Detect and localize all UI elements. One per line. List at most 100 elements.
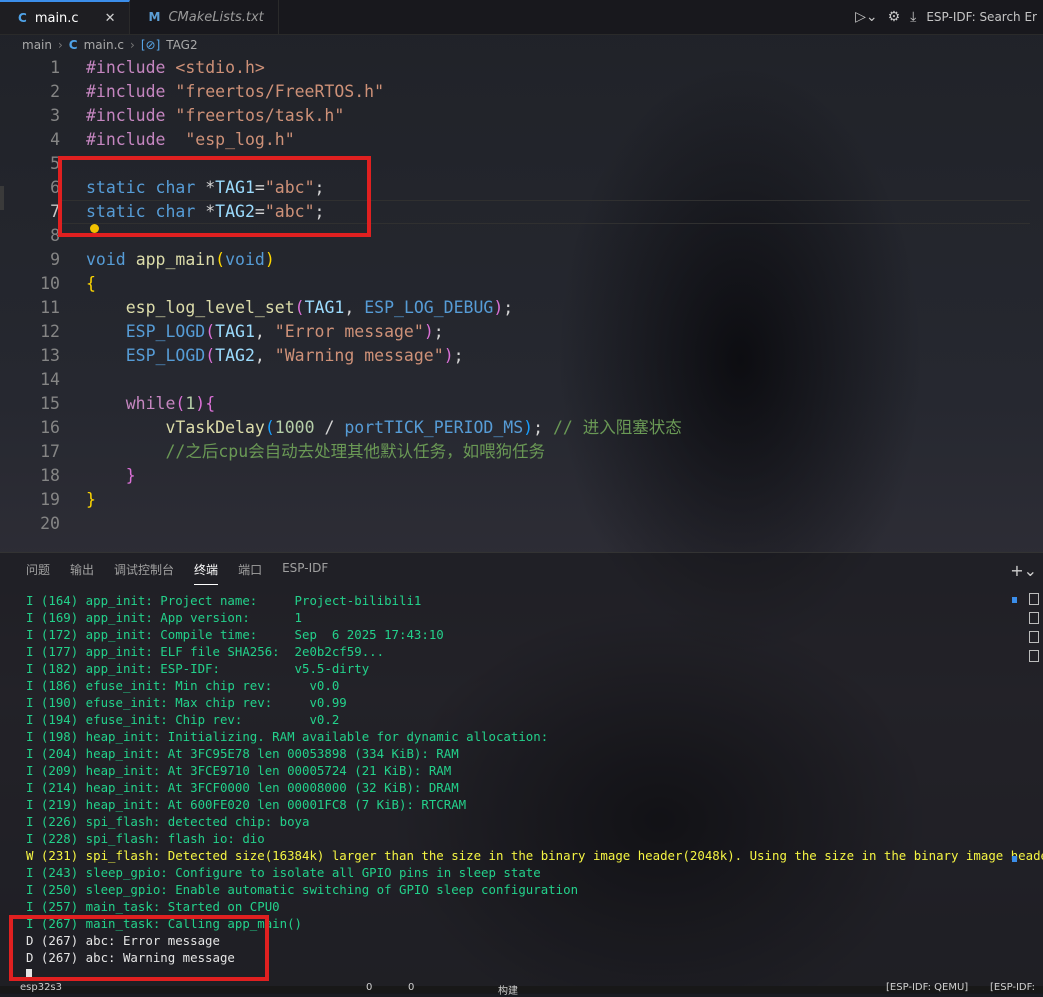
annotation-highlight-box (58, 156, 371, 237)
run-debug-icon[interactable]: ▷⌄ (855, 9, 878, 25)
line-number: 12 (40, 322, 60, 341)
tab-ports[interactable]: 端口 (238, 561, 262, 585)
line-number: 14 (40, 370, 60, 389)
tab-cmakelists[interactable]: M CMakeLists.txt (130, 0, 279, 34)
line-number: 11 (40, 298, 60, 317)
tab-terminal[interactable]: 终端 (194, 561, 219, 585)
panel-tabs: 问题 输出 调试控制台 终端 端口 ESP-IDF (0, 561, 328, 585)
terminal-line: I (186) efuse_init: Min chip rev: v0.0 (26, 678, 340, 693)
download-icon[interactable]: ⤓ (910, 9, 916, 25)
code-line[interactable]: ESP_LOGD(TAG1, "Error message"); (86, 320, 444, 344)
code-line[interactable]: vTaskDelay(1000 / portTICK_PERIOD_MS); /… (86, 416, 681, 440)
line-number: 16 (40, 418, 60, 437)
scrollbar-marker (1012, 856, 1017, 862)
terminal-line: I (250) sleep_gpio: Enable automatic swi… (26, 882, 579, 897)
c-file-icon: C (18, 11, 27, 25)
line-number: 8 (50, 226, 60, 245)
status-device[interactable]: esp32s3 (20, 982, 62, 993)
line-number: 20 (40, 514, 60, 533)
breadcrumb-file[interactable]: main.c (84, 38, 124, 52)
tab-esp-idf[interactable]: ESP-IDF (282, 561, 328, 585)
terminal-line: I (198) heap_init: Initializing. RAM ava… (26, 729, 549, 744)
editor-tab-bar: C main.c ✕ M CMakeLists.txt ▷⌄ ⚙ ⤓ ESP-I… (0, 0, 1043, 35)
terminal-line: I (226) spi_flash: detected chip: boya (26, 814, 310, 829)
terminal-line: I (169) app_init: App version: 1 (26, 610, 303, 625)
code-line[interactable]: void app_main(void) (86, 248, 275, 272)
terminal-line: I (190) efuse_init: Max chip rev: v0.99 (26, 695, 347, 710)
c-file-icon: C (68, 38, 78, 52)
terminal-instance-icon[interactable] (1029, 650, 1039, 662)
terminal-line: I (177) app_init: ELF file SHA256: 2e0b2… (26, 644, 385, 659)
code-line[interactable]: #include "freertos/task.h" (86, 104, 344, 128)
tab-problems[interactable]: 问题 (26, 561, 50, 585)
chevron-right-icon: › (130, 38, 135, 52)
variable-icon: [⊘] (140, 38, 161, 52)
line-number: 10 (40, 274, 60, 293)
line-number: 1 (50, 58, 60, 77)
chevron-right-icon: › (57, 38, 63, 52)
code-line[interactable]: #include "freertos/FreeRTOS.h" (86, 80, 384, 104)
tab-output[interactable]: 输出 (70, 561, 94, 585)
line-number: 17 (40, 442, 60, 461)
code-line[interactable]: #include "esp_log.h" (86, 128, 295, 152)
terminal-line: I (182) app_init: ESP-IDF: v5.5-dirty (26, 661, 370, 676)
bottom-panel: 问题 输出 调试控制台 终端 端口 ESP-IDF +⌄ I (164) app… (0, 552, 1043, 994)
status-build[interactable]: 构建 (498, 982, 518, 997)
cmake-file-icon: M (148, 10, 161, 24)
code-line[interactable]: ESP_LOGD(TAG2, "Warning message"); (86, 344, 464, 368)
editor-actions: ▷⌄ ⚙ ⤓ ESP-IDF: Search Er (855, 0, 1043, 34)
gear-icon[interactable]: ⚙ (888, 9, 901, 25)
terminal-list (1029, 593, 1043, 662)
terminal-line: I (209) heap_init: At 3FCE9710 len 00005… (26, 763, 452, 778)
terminal-line: I (257) main_task: Started on CPU0 (26, 899, 280, 914)
code-editor[interactable]: 1 #include <stdio.h> 2 #include "freertos/… (0, 56, 1043, 552)
terminal-line: I (194) efuse_init: Chip rev: v0.2 (26, 712, 340, 727)
line-number: 3 (50, 106, 60, 125)
code-line[interactable]: //之后cpu会自动去处理其他默认任务，如喂狗任务 (86, 440, 545, 464)
terminal-line: W (231) spi_flash: Detected size(16384k)… (26, 848, 1043, 863)
status-bar: esp32s3 0 0 构建 [ESP-IDF: QEMU] [ESP-IDF: (0, 982, 1043, 997)
breadcrumb-symbol[interactable]: TAG2 (166, 38, 197, 52)
terminal-line: I (204) heap_init: At 3FC95E78 len 00053… (26, 746, 459, 761)
line-number: 4 (50, 130, 60, 149)
new-terminal-icon[interactable]: +⌄ (1010, 561, 1037, 580)
line-number: 13 (40, 346, 60, 365)
terminal-line: I (164) app_init: Project name: Project-… (26, 593, 422, 608)
terminal-line: I (214) heap_init: At 3FCF0000 len 00008… (26, 780, 459, 795)
terminal-line: I (219) heap_init: At 600FE020 len 00001… (26, 797, 467, 812)
status-qemu[interactable]: [ESP-IDF: QEMU] (886, 982, 968, 993)
terminal-instance-icon[interactable] (1029, 593, 1039, 605)
status-warnings[interactable]: 0 (408, 982, 414, 993)
status-espidf[interactable]: [ESP-IDF: (990, 982, 1035, 993)
terminal-line: I (243) sleep_gpio: Configure to isolate… (26, 865, 541, 880)
terminal-instance-icon[interactable] (1029, 631, 1039, 643)
code-line[interactable]: while(1){ (86, 392, 215, 416)
close-icon[interactable]: ✕ (105, 11, 116, 26)
status-errors[interactable]: 0 (366, 982, 372, 993)
terminal-instance-icon[interactable] (1029, 612, 1039, 624)
terminal-line: I (228) spi_flash: flash io: dio (26, 831, 265, 846)
terminal-line: I (172) app_init: Compile time: Sep 6 20… (26, 627, 444, 642)
scrollbar-marker (1012, 597, 1017, 603)
line-number: 6 (50, 178, 60, 197)
line-number: 5 (50, 154, 60, 173)
line-number: 7 (50, 202, 60, 221)
code-line[interactable]: #include <stdio.h> (86, 56, 265, 80)
code-line[interactable]: { (86, 272, 96, 296)
code-line[interactable]: esp_log_level_set(TAG1, ESP_LOG_DEBUG); (86, 296, 513, 320)
line-number: 9 (50, 250, 60, 269)
breadcrumb-folder[interactable]: main (22, 38, 52, 52)
breadcrumb: main › C main.c › [⊘] TAG2 (0, 34, 1043, 56)
espidf-search-button[interactable]: ESP-IDF: Search Er (926, 10, 1037, 24)
line-number: 15 (40, 394, 60, 413)
line-number: 19 (40, 490, 60, 509)
code-line[interactable]: } (86, 464, 136, 488)
tab-debug-console[interactable]: 调试控制台 (114, 561, 174, 585)
code-line[interactable]: } (86, 488, 96, 512)
tab-main-c[interactable]: C main.c ✕ (0, 0, 131, 34)
tab-label: main.c (34, 10, 79, 26)
annotation-highlight-box (9, 915, 269, 981)
tab-label: CMakeLists.txt (168, 9, 264, 25)
line-number: 18 (40, 466, 60, 485)
line-number: 2 (50, 82, 60, 101)
